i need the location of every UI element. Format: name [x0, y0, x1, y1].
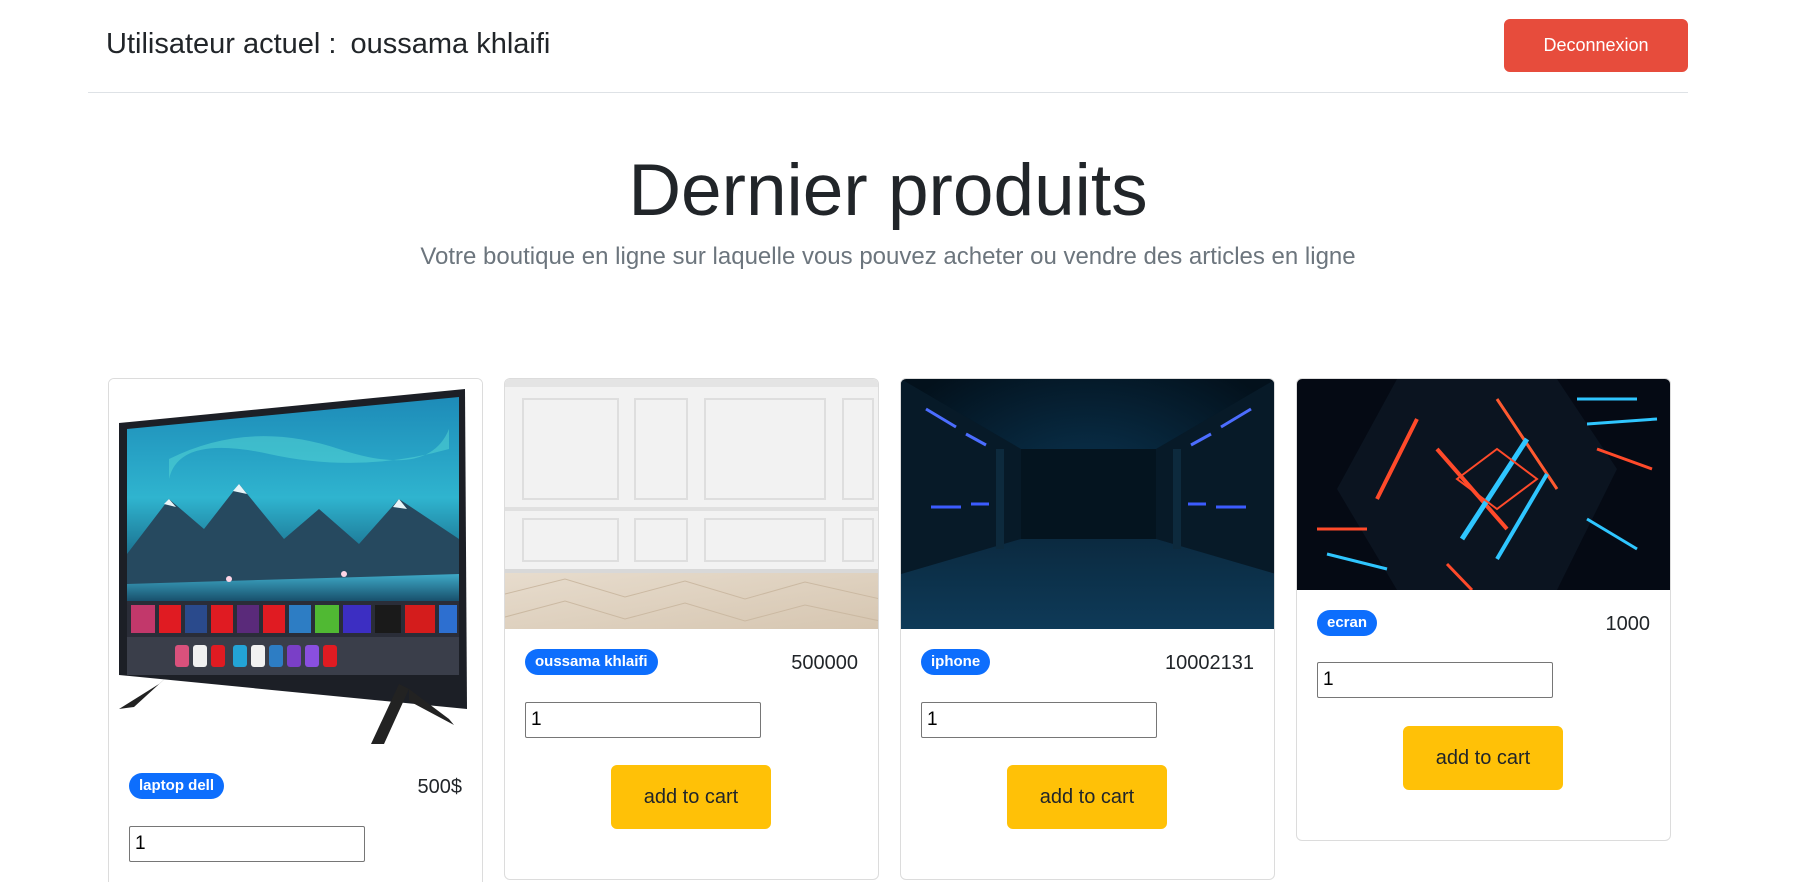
product-card: laptop dell 500$	[108, 378, 483, 882]
add-to-cart-button[interactable]: add to cart	[611, 765, 771, 829]
neon-corridor-image	[901, 379, 1274, 629]
logout-button[interactable]: Deconnexion	[1504, 19, 1688, 72]
product-name-badge: ecran	[1317, 610, 1378, 636]
product-price: 10002131	[1165, 652, 1254, 674]
add-to-cart-button[interactable]: add to cart	[1403, 726, 1563, 790]
current-username: oussama khlaifi	[350, 28, 551, 60]
product-name-badge: oussama khlaifi	[525, 649, 658, 675]
current-user-label: Utilisateur actuel :	[106, 28, 337, 60]
product-price: 1000	[1605, 613, 1651, 635]
product-card: oussama khlaifi 500000 add to cart	[504, 378, 879, 880]
current-user: Utilisateur actuel : oussama khlaifi	[106, 28, 550, 61]
page-subtitle: Votre boutique en ligne sur laquelle vou…	[420, 243, 1356, 270]
product-price: 500000	[791, 652, 858, 674]
add-to-cart-button[interactable]: add to cart	[1007, 765, 1167, 829]
page: Utilisateur actuel : oussama khlaifi Deco…	[0, 0, 1807, 882]
top-header: Utilisateur actuel : oussama khlaifi Deco…	[88, 0, 1688, 93]
quantity-input[interactable]	[129, 826, 365, 862]
neon-abstract-image	[1297, 379, 1670, 590]
product-card: iphone 10002131 add to cart	[900, 378, 1275, 880]
product-name-badge: iphone	[921, 649, 991, 675]
product-name-badge: laptop dell	[129, 773, 224, 799]
page-title: Dernier produits	[628, 150, 1148, 231]
quantity-input[interactable]	[921, 702, 1157, 738]
white-wall-room-image	[505, 379, 878, 629]
product-card: ecran 1000 add to cart	[1296, 378, 1671, 841]
quantity-input[interactable]	[1317, 662, 1553, 698]
product-image	[109, 379, 482, 754]
product-price: 500$	[417, 776, 463, 798]
product-image	[505, 379, 878, 629]
product-image	[1297, 379, 1670, 590]
product-image	[901, 379, 1274, 629]
tv-screen-image	[119, 389, 467, 744]
quantity-input[interactable]	[525, 702, 761, 738]
